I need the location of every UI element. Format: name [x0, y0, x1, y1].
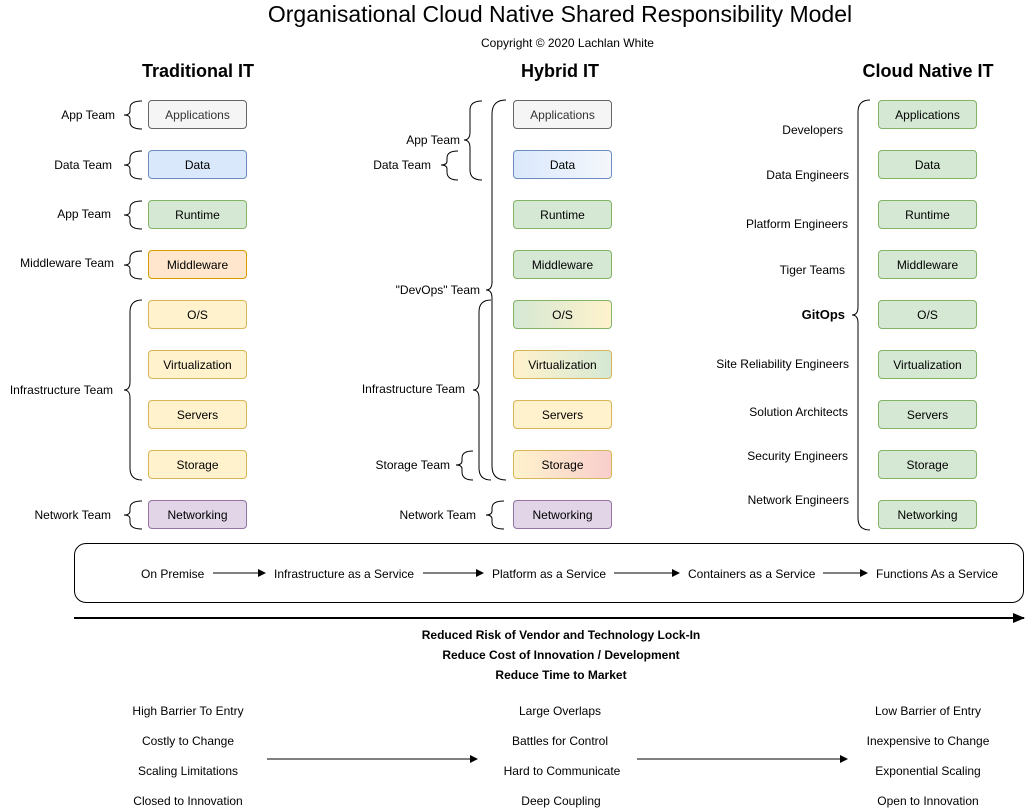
hybrid-team-devops: "DevOps" Team	[395, 283, 480, 297]
cloud-layer-storage: Storage	[878, 450, 977, 479]
brace-traditional-app	[123, 100, 143, 130]
traditional-team-app-runtime: App Team	[57, 207, 111, 221]
cloud-role-developers: Developers	[782, 123, 843, 137]
flow-paas: Platform as a Service	[492, 567, 607, 581]
benefit-time-to-market: Reduce Time to Market	[495, 668, 627, 682]
hybrid-team-data: Data Team	[373, 158, 431, 172]
cloud-layer-networking: Networking	[878, 500, 977, 529]
right-item-2: Inexpensive to Change	[866, 734, 990, 748]
cloud-layer-data: Data	[878, 150, 977, 179]
brace-hybrid-network	[485, 500, 505, 530]
traditional-layer-applications: Applications	[148, 100, 247, 129]
brace-hybrid-infrastructure	[472, 299, 492, 481]
cloud-role-tiger-teams: Tiger Teams	[779, 263, 845, 277]
benefit-cost-innovation: Reduce Cost of Innovation / Development	[442, 648, 680, 662]
traditional-layer-networking: Networking	[148, 500, 247, 529]
brace-traditional-data	[123, 150, 143, 180]
hybrid-layer-middleware: Middleware	[513, 250, 612, 279]
cloud-gitops-label: GitOps	[801, 307, 845, 322]
hybrid-layer-runtime: Runtime	[513, 200, 612, 229]
cloud-role-security-engineers: Security Engineers	[747, 449, 848, 463]
flow-caas: Containers as a Service	[688, 567, 816, 581]
hybrid-layer-servers: Servers	[513, 400, 612, 429]
copyright-text: Copyright © 2020 Lachlan White	[481, 36, 654, 50]
brace-traditional-runtime	[123, 200, 143, 230]
brace-hybrid-app	[463, 100, 483, 181]
middle-item-1: Large Overlaps	[518, 704, 602, 718]
brace-traditional-middleware	[123, 250, 143, 280]
traditional-team-infrastructure: Infrastructure Team	[9, 383, 113, 397]
flow-faas: Functions As a Service	[876, 567, 999, 581]
brace-traditional-network	[123, 500, 143, 530]
brace-hybrid-devops	[485, 99, 507, 481]
left-item-4: Closed to Innovation	[133, 794, 243, 808]
traditional-layer-storage: Storage	[148, 450, 247, 479]
traditional-layer-runtime: Runtime	[148, 200, 247, 229]
heading-hybrid-it: Hybrid IT	[520, 61, 599, 81]
traditional-layer-servers: Servers	[148, 400, 247, 429]
traditional-team-data: Data Team	[54, 158, 112, 172]
hybrid-layer-networking: Networking	[513, 500, 612, 529]
hybrid-layer-applications: Applications	[513, 100, 612, 129]
traditional-layer-middleware: Middleware	[148, 250, 247, 279]
heading-traditional-it: Traditional IT	[141, 61, 254, 81]
hybrid-layer-virtualization: Virtualization	[513, 350, 612, 379]
benefit-vendor-lock-in: Reduced Risk of Vendor and Technology Lo…	[421, 628, 701, 642]
flow-on-premise: On Premise	[141, 567, 205, 581]
traditional-layer-os: O/S	[148, 300, 247, 329]
cloud-layer-middleware: Middleware	[878, 250, 977, 279]
left-item-3: Scaling Limitations	[137, 764, 239, 778]
cloud-layer-runtime: Runtime	[878, 200, 977, 229]
brace-hybrid-storage	[455, 450, 474, 481]
flow-iaas: Infrastructure as a Service	[274, 567, 415, 581]
hybrid-team-app: App Team	[406, 133, 460, 147]
hybrid-layer-data: Data	[513, 150, 612, 179]
cloud-role-platform-engineers: Platform Engineers	[745, 217, 848, 231]
hybrid-team-storage: Storage Team	[375, 458, 451, 472]
cloud-layer-virtualization: Virtualization	[878, 350, 977, 379]
hybrid-layer-storage: Storage	[513, 450, 612, 479]
traditional-team-middleware: Middleware Team	[20, 256, 114, 270]
middle-item-4: Deep Coupling	[521, 794, 601, 808]
diagram-title: Organisational Cloud Native Shared Respo…	[267, 1, 853, 27]
heading-cloud-native-it: Cloud Native IT	[862, 61, 994, 81]
left-item-2: Costly to Change	[141, 734, 235, 748]
cloud-layer-applications: Applications	[878, 100, 977, 129]
traditional-team-app: App Team	[61, 108, 115, 122]
cloud-role-data-engineers: Data Engineers	[766, 168, 849, 182]
traditional-team-network: Network Team	[34, 508, 111, 522]
left-item-1: High Barrier To Entry	[132, 704, 244, 718]
traditional-layer-data: Data	[148, 150, 247, 179]
hybrid-layer-os: O/S	[513, 300, 612, 329]
cloud-role-sre: Site Reliability Engineers	[716, 357, 849, 371]
hybrid-team-infrastructure: Infrastructure Team	[361, 382, 465, 396]
cloud-role-network-engineers: Network Engineers	[747, 493, 849, 507]
hybrid-team-network: Network Team	[399, 508, 476, 522]
cloud-layer-os: O/S	[878, 300, 977, 329]
brace-cloud-gitops	[851, 99, 871, 531]
middle-item-2: Battles for Control	[511, 734, 609, 748]
right-item-3: Exponential Scaling	[875, 764, 981, 778]
right-item-4: Open to Innovation	[877, 794, 979, 808]
cloud-role-solution-architects: Solution Architects	[749, 405, 848, 419]
traditional-layer-virtualization: Virtualization	[148, 350, 247, 379]
brace-traditional-infrastructure	[123, 299, 143, 481]
brace-hybrid-data	[440, 150, 459, 181]
cloud-layer-servers: Servers	[878, 400, 977, 429]
right-item-1: Low Barrier of Entry	[874, 704, 982, 718]
middle-item-3: Hard to Communicate	[503, 764, 621, 778]
